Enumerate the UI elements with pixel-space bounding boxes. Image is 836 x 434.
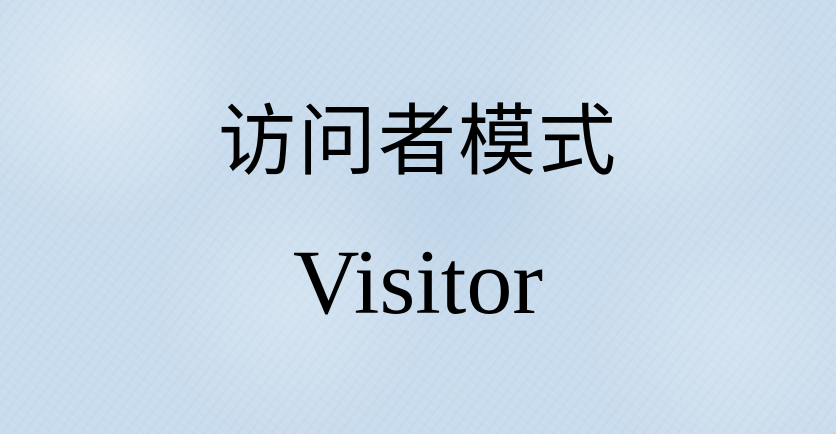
- title-slide: 访问者模式 Visitor: [0, 0, 836, 434]
- english-title: Visitor: [292, 231, 544, 333]
- chinese-title: 访问者模式: [217, 97, 618, 187]
